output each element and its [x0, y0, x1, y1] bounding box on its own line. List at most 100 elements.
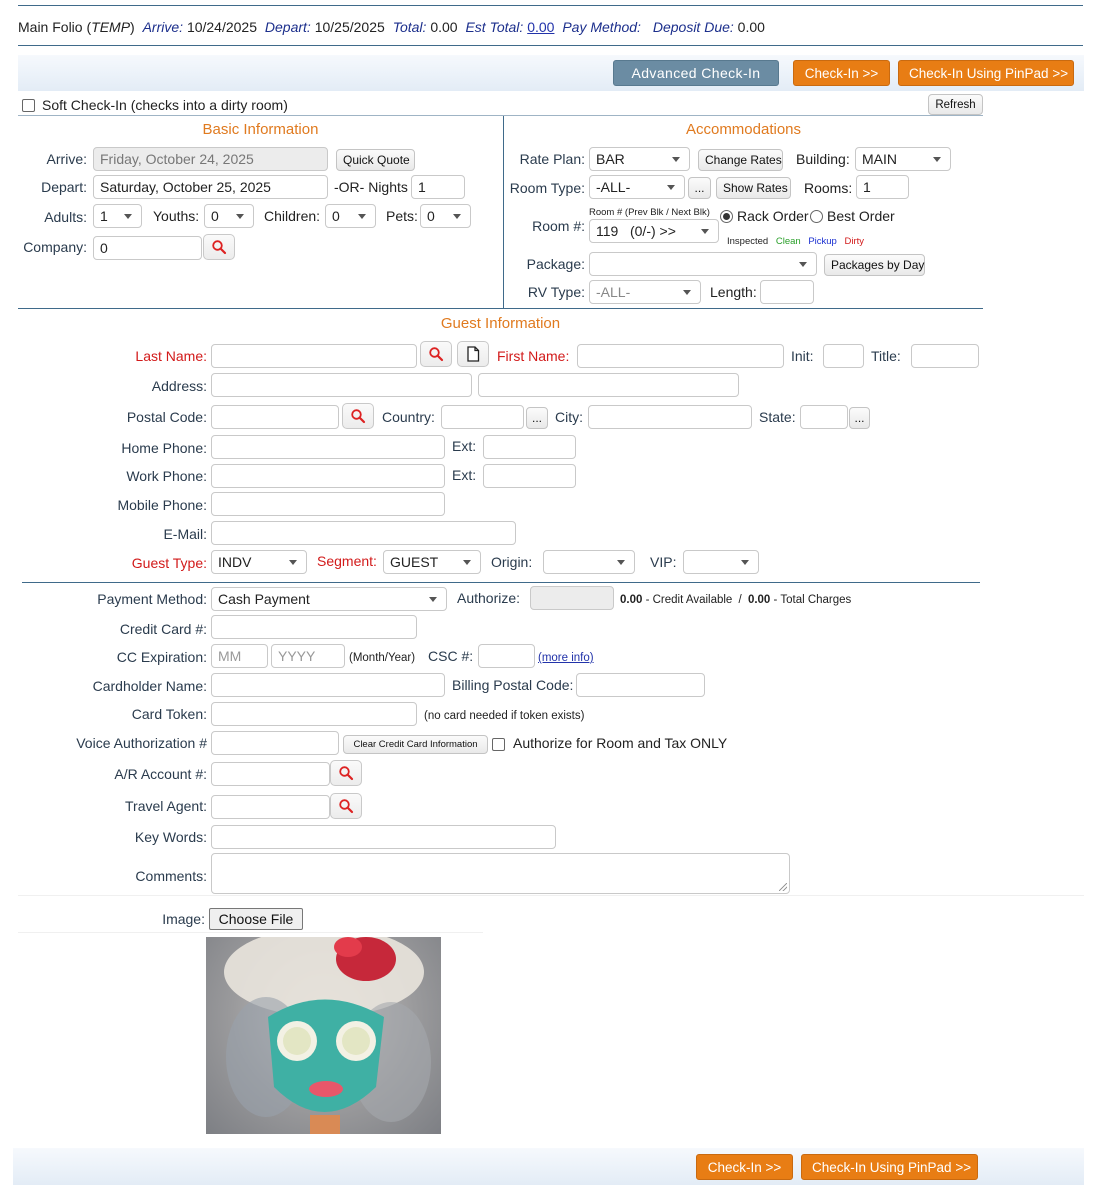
segment-select[interactable]: GUEST [383, 550, 481, 574]
city-input[interactable] [588, 405, 752, 429]
segment-label: Segment: [317, 553, 377, 569]
comments-textarea[interactable] [211, 853, 790, 894]
state-input[interactable] [800, 405, 848, 429]
payment-method-select[interactable]: Cash Payment [211, 587, 447, 611]
chevron-down-icon [672, 157, 680, 162]
vip-select[interactable] [683, 550, 759, 574]
home-phone-input[interactable] [211, 435, 445, 459]
rack-order-radio[interactable] [720, 210, 733, 223]
quick-quote-button[interactable]: Quick Quote [336, 149, 415, 171]
key-words-input[interactable] [211, 825, 556, 849]
building-select[interactable]: MAIN [855, 147, 951, 171]
folio-pay-method-label: Pay Method: [562, 19, 641, 35]
voice-auth-input[interactable] [211, 731, 339, 755]
adults-select[interactable]: 1 [93, 204, 142, 228]
chevron-down-icon [741, 560, 749, 565]
key-words-label: Key Words: [134, 829, 207, 845]
travel-agent-search-button[interactable] [330, 793, 362, 819]
authorize-room-tax-label: Authorize for Room and Tax ONLY [513, 735, 728, 751]
billing-postal-input[interactable] [576, 673, 705, 697]
origin-label: Origin: [491, 554, 533, 570]
cc-year-input[interactable] [271, 644, 345, 668]
home-phone-label: Home Phone: [121, 440, 207, 456]
package-select[interactable] [589, 252, 817, 276]
mobile-phone-input[interactable] [211, 492, 445, 516]
guest-type-select[interactable]: INDV [211, 550, 307, 574]
legend-inspected: Inspected [727, 236, 769, 247]
last-name-input[interactable] [211, 344, 417, 368]
company-input[interactable] [93, 236, 202, 260]
credit-slash: / [738, 594, 742, 606]
card-token-label: Card Token: [131, 706, 207, 722]
email-input[interactable] [211, 521, 516, 545]
address-line2-input[interactable] [478, 373, 739, 397]
ar-account-search-button[interactable] [330, 760, 362, 786]
rv-type-value: -ALL- [596, 284, 631, 300]
postal-code-search-button[interactable] [342, 403, 374, 429]
room-number-select[interactable]: 119 (0/-) >> [589, 219, 719, 243]
cc-month-input[interactable] [211, 644, 268, 668]
origin-select[interactable] [543, 550, 635, 574]
authorize-room-tax-checkbox[interactable] [492, 738, 505, 751]
clear-credit-card-button[interactable]: Clear Credit Card Information [343, 735, 488, 754]
address-line1-input[interactable] [211, 373, 472, 397]
checkin-button-top[interactable]: Check-In >> [793, 60, 890, 86]
new-guest-document-button[interactable] [457, 341, 489, 367]
pets-select[interactable]: 0 [420, 204, 471, 228]
room-status-legend: Inspected Clean Pickup Dirty [727, 233, 864, 251]
csc-input[interactable] [478, 644, 535, 668]
resize-grip-icon[interactable] [779, 883, 787, 891]
guest-type-label: Guest Type: [131, 555, 207, 571]
arrive-date-input[interactable] [93, 147, 328, 171]
change-rates-button[interactable]: Change Rates [698, 149, 783, 171]
depart-date-input[interactable] [93, 175, 328, 199]
ar-account-input[interactable] [211, 762, 330, 786]
chevron-down-icon [463, 560, 471, 565]
checkin-button-bottom[interactable]: Check-In >> [696, 1154, 793, 1180]
work-phone-input[interactable] [211, 464, 445, 488]
nights-input[interactable] [411, 175, 465, 199]
country-input[interactable] [441, 405, 524, 429]
card-token-input[interactable] [211, 702, 417, 726]
building-value: MAIN [862, 151, 897, 167]
title-input[interactable] [911, 344, 979, 368]
init-input[interactable] [823, 344, 864, 368]
rooms-input[interactable] [856, 175, 909, 199]
total-charges-value: 0.00 [747, 594, 771, 606]
authorize-amount-input[interactable] [530, 586, 614, 610]
room-type-more-button[interactable]: ... [688, 177, 711, 199]
rate-plan-select[interactable]: BAR [589, 147, 690, 171]
credit-card-input[interactable] [211, 615, 417, 639]
first-name-input[interactable] [577, 344, 784, 368]
soft-checkin-checkbox[interactable] [22, 99, 35, 112]
youths-select[interactable]: 0 [204, 204, 254, 228]
travel-agent-label: Travel Agent: [125, 798, 207, 814]
company-search-button[interactable] [203, 234, 235, 260]
work-ext-input[interactable] [483, 464, 576, 488]
refresh-button[interactable]: Refresh [928, 94, 983, 115]
state-lookup-button[interactable]: ... [849, 407, 870, 429]
advanced-checkin-button[interactable]: Advanced Check-In [613, 60, 779, 86]
first-name-label: First Name: [497, 348, 570, 364]
comments-label: Comments: [135, 868, 207, 884]
more-info-link[interactable]: (more info) [538, 649, 594, 667]
show-rates-button[interactable]: Show Rates [716, 177, 791, 199]
postal-code-input[interactable] [211, 405, 339, 429]
guest-section-divider [18, 308, 983, 309]
checkin-pinpad-button-top[interactable]: Check-In Using PinPad >> [898, 60, 1074, 86]
checkin-pinpad-button-bottom[interactable]: Check-In Using PinPad >> [801, 1154, 978, 1180]
home-ext-input[interactable] [483, 435, 576, 459]
last-name-search-button[interactable] [420, 341, 452, 367]
room-type-select[interactable]: -ALL- [589, 175, 685, 199]
room-type-label: Room Type: [509, 180, 585, 196]
country-lookup-button[interactable]: ... [526, 407, 548, 429]
rv-type-select[interactable]: -ALL- [589, 280, 701, 304]
length-input[interactable] [760, 280, 814, 304]
travel-agent-input[interactable] [211, 795, 330, 819]
best-order-radio[interactable] [810, 210, 823, 223]
choose-file-button[interactable]: Choose File [209, 908, 303, 930]
folio-est-total-link[interactable]: 0.00 [527, 19, 554, 35]
cardholder-name-input[interactable] [211, 673, 445, 697]
packages-by-day-button[interactable]: Packages by Day [824, 254, 925, 276]
children-select[interactable]: 0 [325, 204, 376, 228]
